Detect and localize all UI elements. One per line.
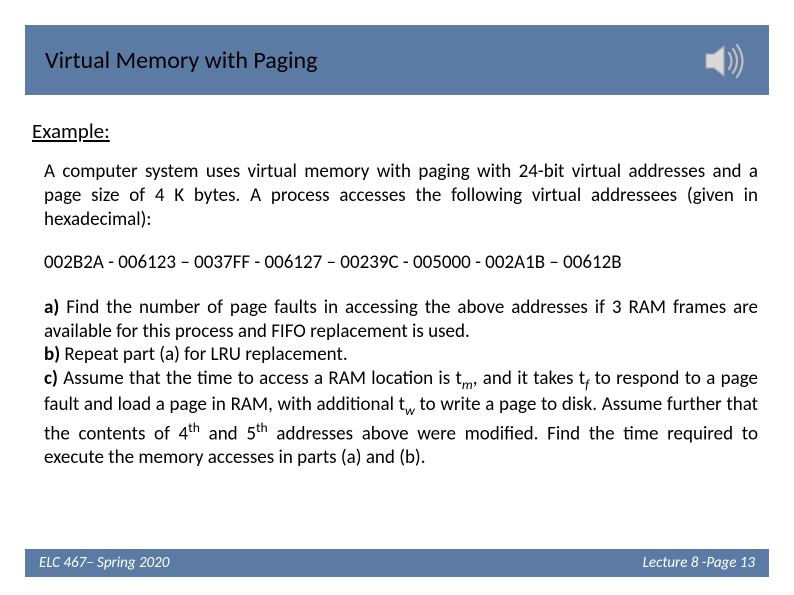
- question-b: Repeat part (a) for LRU replacement.: [60, 343, 348, 366]
- slide: Virtual Memory with Paging Example: A co…: [0, 0, 794, 595]
- question-c-part2: , and it takes t: [473, 367, 585, 390]
- page-number: Lecture 8 -Page 13: [643, 554, 755, 572]
- content-area: Example: A computer system uses virtual …: [32, 118, 762, 470]
- superscript-5th: th: [256, 419, 268, 436]
- address-list: 002B2A - 006123 – 0037FF - 006127 – 0023…: [44, 251, 758, 276]
- question-c-part5: and 5: [200, 422, 256, 445]
- label-a: a): [44, 296, 59, 319]
- course-code: ELC 467– Spring 2020: [39, 554, 169, 572]
- question-c-part1: Assume that the time to access a RAM loc…: [58, 367, 462, 390]
- label-b: b): [44, 343, 60, 366]
- subscript-tm: m: [462, 376, 473, 393]
- label-c: c): [44, 367, 58, 390]
- questions-block: a) Find the number of page faults in acc…: [44, 296, 758, 470]
- footer-bar: ELC 467– Spring 2020 Lecture 8 -Page 13: [25, 549, 769, 577]
- intro-paragraph: A computer system uses virtual memory wi…: [44, 160, 758, 231]
- page-title: Virtual Memory with Paging: [45, 46, 317, 75]
- subscript-tw: w: [405, 402, 415, 419]
- title-bar: Virtual Memory with Paging: [25, 25, 769, 95]
- example-heading: Example:: [32, 118, 762, 144]
- question-a: Find the number of page faults in access…: [44, 296, 758, 343]
- superscript-4th: th: [188, 419, 200, 436]
- speaker-icon: [700, 36, 750, 86]
